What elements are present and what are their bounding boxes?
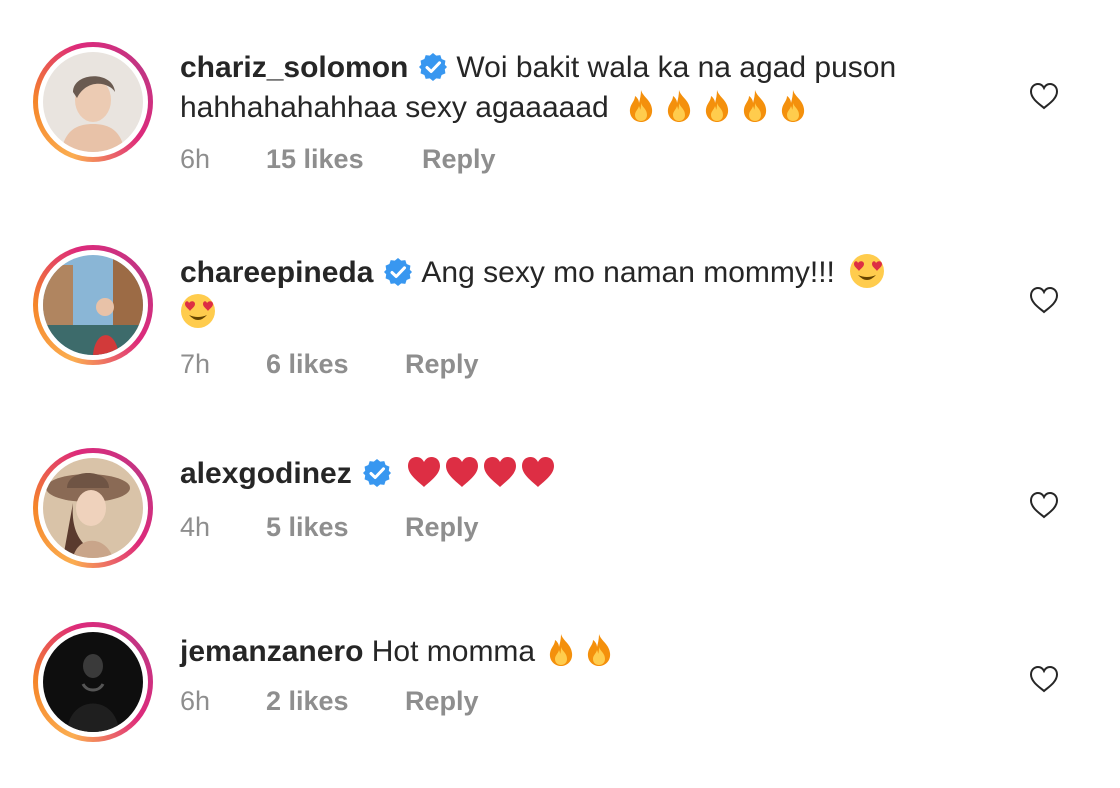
reply-button[interactable]: Reply <box>405 349 479 380</box>
username[interactable]: chariz_solomon <box>180 51 408 84</box>
story-ring[interactable] <box>33 448 153 568</box>
fire-emoji-icon <box>661 88 697 124</box>
username[interactable]: alexgodinez <box>180 457 352 490</box>
like-heart-icon[interactable] <box>1028 81 1060 111</box>
comment-text: Hot momma <box>371 635 536 668</box>
comment-text: Ang sexy mo naman mommy!!! <box>421 256 835 289</box>
reply-button[interactable]: Reply <box>422 144 496 175</box>
story-ring[interactable] <box>33 245 153 365</box>
comment-item: jemanzanero Hot momma 6h 2 likes Reply <box>0 582 1120 772</box>
fire-emoji-icon <box>775 88 811 124</box>
avatar[interactable] <box>43 52 143 152</box>
red-heart-emoji-icon <box>444 454 480 490</box>
emoji-group <box>543 635 619 668</box>
comment-item: chareepineda Ang sexy mo naman mommy!!! 7… <box>0 205 1120 395</box>
avatar-image <box>43 255 143 355</box>
comment-item: chariz_solomon Woi bakit wala ka na agad … <box>0 0 1120 190</box>
verified-badge-icon <box>362 458 392 488</box>
likes-count[interactable]: 5 likes <box>266 512 349 543</box>
reply-button[interactable]: Reply <box>405 686 479 717</box>
comment-item: alexgodinez 4h 5 likes Reply <box>0 408 1120 598</box>
red-heart-emoji-icon <box>482 454 518 490</box>
avatar-image <box>43 458 143 558</box>
like-heart-icon[interactable] <box>1028 664 1060 694</box>
red-heart-emoji-icon <box>406 454 442 490</box>
heart-eyes-emoji-icon <box>849 253 885 289</box>
emoji-group <box>406 457 558 490</box>
emoji-group <box>623 91 813 124</box>
red-heart-emoji-icon <box>520 454 556 490</box>
comment-text: Woi bakit wala ka na agad puson <box>456 51 897 84</box>
timestamp: 6h <box>180 686 211 716</box>
fire-emoji-icon <box>699 88 735 124</box>
fire-emoji-icon <box>623 88 659 124</box>
username[interactable]: chareepineda <box>180 256 373 289</box>
likes-count[interactable]: 15 likes <box>266 144 364 175</box>
reply-button[interactable]: Reply <box>405 512 479 543</box>
comment-text: hahhahahahhaa sexy agaaaaad <box>180 91 609 124</box>
timestamp: 6h <box>180 144 211 174</box>
timestamp: 7h <box>180 349 211 379</box>
fire-emoji-icon <box>737 88 773 124</box>
story-ring[interactable] <box>33 622 153 742</box>
avatar[interactable] <box>43 255 143 355</box>
heart-eyes-emoji-icon <box>180 293 216 329</box>
avatar[interactable] <box>43 632 143 732</box>
avatar-image <box>43 52 143 152</box>
like-heart-icon[interactable] <box>1028 285 1060 315</box>
fire-emoji-icon <box>581 632 617 668</box>
story-ring[interactable] <box>33 42 153 162</box>
avatar[interactable] <box>43 458 143 558</box>
likes-count[interactable]: 6 likes <box>266 349 349 380</box>
verified-badge-icon <box>383 257 413 287</box>
timestamp: 4h <box>180 512 211 542</box>
username[interactable]: jemanzanero <box>180 635 363 668</box>
likes-count[interactable]: 2 likes <box>266 686 349 717</box>
avatar-image <box>43 632 143 732</box>
like-heart-icon[interactable] <box>1028 490 1060 520</box>
fire-emoji-icon <box>543 632 579 668</box>
verified-badge-icon <box>418 52 448 82</box>
